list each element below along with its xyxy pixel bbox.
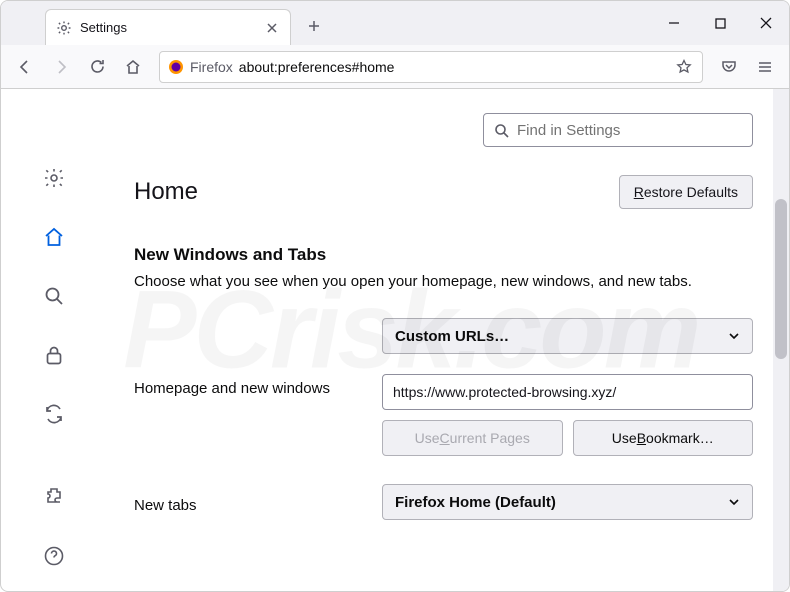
firefox-logo-icon (168, 59, 184, 75)
close-window-button[interactable] (743, 1, 789, 45)
browser-tab[interactable]: Settings (45, 9, 291, 45)
section-desc: Choose what you see when you open your h… (134, 273, 753, 290)
main-panel: Find in Settings Home Restore Defaults N… (106, 89, 789, 591)
tab-title: Settings (80, 20, 127, 35)
use-current-pages-button[interactable]: Use Current Pages (382, 420, 563, 456)
search-placeholder: Find in Settings (517, 122, 620, 139)
homepage-label: Homepage and new windows (134, 374, 382, 397)
home-button[interactable] (117, 51, 149, 83)
search-icon (494, 123, 509, 138)
sidebar-item-extensions[interactable] (36, 479, 72, 514)
url-brand: Firefox (190, 59, 233, 75)
pocket-button[interactable] (713, 51, 745, 83)
minimize-button[interactable] (651, 1, 697, 45)
reload-button[interactable] (81, 51, 113, 83)
sidebar-item-home[interactable] (36, 220, 72, 255)
homepage-select[interactable]: Custom URLs… (382, 318, 753, 354)
settings-search-input[interactable]: Find in Settings (483, 113, 753, 147)
chevron-down-icon (728, 330, 740, 342)
section-title-new-windows: New Windows and Tabs (134, 245, 753, 265)
newtabs-select-value: Firefox Home (Default) (395, 494, 556, 511)
back-button[interactable] (9, 51, 41, 83)
homepage-url-input[interactable] (382, 374, 753, 410)
homepage-select-value: Custom URLs… (395, 328, 509, 345)
browser-toolbar: Firefox about:preferences#home (1, 45, 789, 89)
newtabs-label: New tabs (134, 491, 382, 514)
forward-button[interactable] (45, 51, 77, 83)
chevron-down-icon (728, 496, 740, 508)
sidebar-item-privacy[interactable] (36, 338, 72, 373)
settings-sidebar (1, 89, 106, 591)
sidebar-item-help[interactable] (36, 538, 72, 573)
sidebar-item-sync[interactable] (36, 396, 72, 431)
titlebar: Settings (1, 1, 789, 45)
bookmark-star-icon[interactable] (674, 59, 694, 75)
sidebar-item-general[interactable] (36, 161, 72, 196)
restore-defaults-button[interactable]: Restore Defaults (619, 175, 753, 209)
newtabs-select[interactable]: Firefox Home (Default) (382, 484, 753, 520)
gear-icon (56, 20, 72, 36)
app-menu-button[interactable] (749, 51, 781, 83)
new-tab-button[interactable] (299, 11, 329, 41)
page-title: Home (134, 178, 198, 206)
maximize-button[interactable] (697, 1, 743, 45)
url-text: about:preferences#home (239, 59, 668, 75)
use-bookmark-button[interactable]: Use Bookmark… (573, 420, 754, 456)
close-tab-button[interactable] (264, 20, 280, 36)
sidebar-item-search[interactable] (36, 279, 72, 314)
url-bar[interactable]: Firefox about:preferences#home (159, 51, 703, 83)
